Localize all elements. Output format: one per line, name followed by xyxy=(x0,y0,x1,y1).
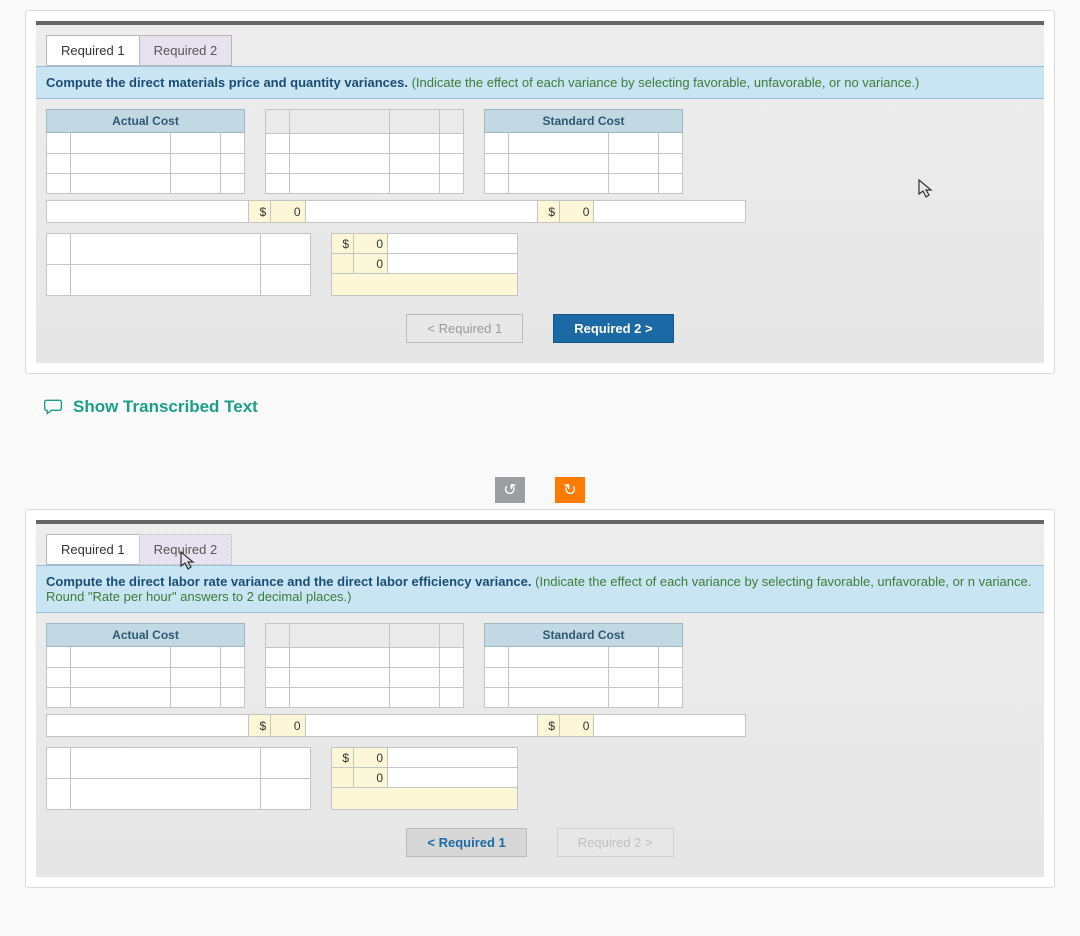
middle-block-2 xyxy=(265,623,464,708)
instruction-bar-2: Compute the direct labor rate variance a… xyxy=(36,565,1044,613)
dollar-sign-1b: $ xyxy=(249,715,271,737)
panel-1: Required 1 Required 2 Compute the direct… xyxy=(36,21,1044,363)
undo-button[interactable]: ↺ xyxy=(495,477,525,503)
dollar-sign-2: $ xyxy=(537,201,559,223)
worksheet: Actual Cost Standard Cost xyxy=(36,99,1044,363)
total-value-2[interactable]: 0 xyxy=(560,201,594,223)
total-value-1b[interactable]: 0 xyxy=(271,715,305,737)
sub-val-2[interactable]: 0 xyxy=(354,254,388,274)
actual-cost-header: Actual Cost xyxy=(47,110,245,133)
actual-cost-block: Actual Cost xyxy=(46,109,245,194)
total-value-1[interactable]: 0 xyxy=(271,201,305,223)
sub-right-block: $ 0 0 xyxy=(331,233,518,296)
sub-dollar-2: $ xyxy=(332,748,354,768)
sub-left-block xyxy=(46,233,311,296)
redo-button[interactable]: ↻ xyxy=(555,477,585,503)
tab2-required-1[interactable]: Required 1 xyxy=(46,534,140,565)
tab-required-2[interactable]: Required 2 xyxy=(139,35,233,66)
standard-cost-header-2: Standard Cost xyxy=(485,624,683,647)
sub-left-block-2 xyxy=(46,747,311,810)
prev-required-button-2[interactable]: < Required 1 xyxy=(406,828,526,857)
standard-cost-block: Standard Cost xyxy=(484,109,683,194)
show-transcribed-label: Show Transcribed Text xyxy=(73,397,258,417)
speech-bubble-icon xyxy=(43,397,63,417)
tabs-row-2: Required 1 Required 2 xyxy=(36,524,1044,565)
nav-row: < Required 1 Required 2 > xyxy=(46,314,1034,343)
standard-cost-header: Standard Cost xyxy=(485,110,683,133)
nav-row-2: < Required 1 Required 2 > xyxy=(46,828,1034,857)
dollar-sign-2b: $ xyxy=(537,715,559,737)
actual-cost-block-2: Actual Cost xyxy=(46,623,245,708)
prev-required-button[interactable]: < Required 1 xyxy=(406,314,523,343)
worksheet-2: Actual Cost Standard Cost xyxy=(36,613,1044,877)
panel-2: Required 1 Required 2 Compute the direct… xyxy=(36,520,1044,877)
show-transcribed-link[interactable]: Show Transcribed Text xyxy=(25,389,1055,477)
tab2-required-2-label: Required 2 xyxy=(154,542,218,557)
actual-cost-header-2: Actual Cost xyxy=(47,624,245,647)
total-value-2b[interactable]: 0 xyxy=(560,715,594,737)
sub-right-block-2: $ 0 0 xyxy=(331,747,518,810)
dollar-sign-1: $ xyxy=(249,201,271,223)
next-required-button[interactable]: Required 2 > xyxy=(553,314,673,343)
sub-dollar: $ xyxy=(332,234,354,254)
standard-cost-block-2: Standard Cost xyxy=(484,623,683,708)
instruction-bold: Compute the direct materials price and q… xyxy=(46,75,408,90)
tabs-row: Required 1 Required 2 xyxy=(36,25,1044,66)
sub-val-2b[interactable]: 0 xyxy=(354,768,388,788)
question-card-1: Required 1 Required 2 Compute the direct… xyxy=(25,10,1055,374)
sub-val-1b[interactable]: 0 xyxy=(354,748,388,768)
totals-row-2: $ 0 $ 0 xyxy=(46,714,746,737)
control-row: ↺ ↻ xyxy=(25,477,1055,503)
sub-val-1[interactable]: 0 xyxy=(354,234,388,254)
next-required-button-2[interactable]: Required 2 > xyxy=(557,828,674,857)
middle-block-1 xyxy=(265,109,464,194)
instruction-bold-2: Compute the direct labor rate variance a… xyxy=(46,574,532,589)
tab2-required-2[interactable]: Required 2 xyxy=(139,534,233,565)
instruction-bar: Compute the direct materials price and q… xyxy=(36,66,1044,99)
question-card-2: Required 1 Required 2 Compute the direct… xyxy=(25,509,1055,888)
tab-required-1[interactable]: Required 1 xyxy=(46,35,140,66)
totals-row: $ 0 $ 0 xyxy=(46,200,746,223)
instruction-hint: (Indicate the effect of each variance by… xyxy=(412,75,920,90)
top-grid-row: Actual Cost Standard Cost xyxy=(46,109,1034,194)
